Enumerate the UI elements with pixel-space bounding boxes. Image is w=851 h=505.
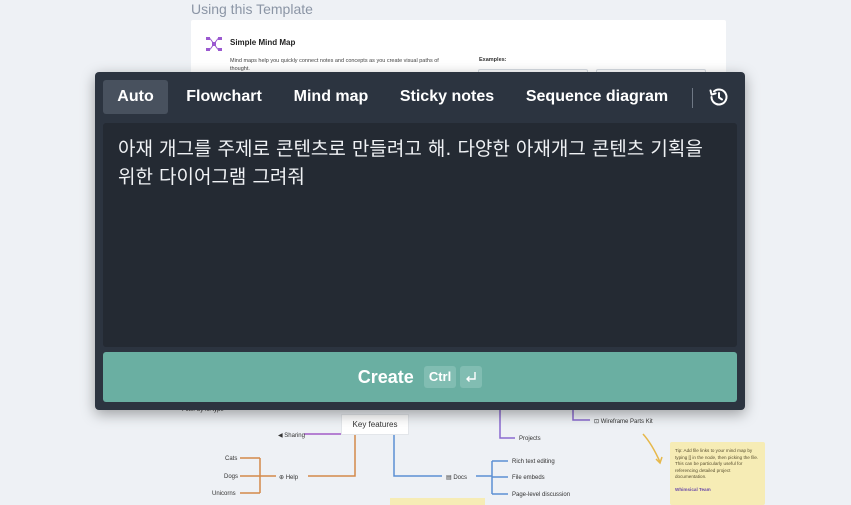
- ai-diagram-dialog: Auto Flowchart Mind map Sticky notes Seq…: [95, 72, 745, 410]
- template-heading: Using this Template: [191, 1, 313, 17]
- create-button[interactable]: Create Ctrl: [103, 352, 737, 402]
- mindmap-node-sharing[interactable]: ◀ Sharing: [278, 433, 305, 439]
- mindmap-node-cats[interactable]: Cats: [225, 456, 237, 462]
- template-card-title: Simple Mind Map: [230, 38, 296, 47]
- prompt-input[interactable]: 아재 개그를 주제로 콘텐츠로 만들려고 해. 다양한 아재개그 콘텐츠 기획을…: [118, 135, 722, 335]
- mindmap-node-unicorns[interactable]: Unicorns: [212, 491, 236, 497]
- tab-mind-map[interactable]: Mind map: [283, 80, 379, 114]
- sticky-note[interactable]: [390, 498, 485, 505]
- template-card-examples-label: Examples:: [479, 57, 507, 63]
- enter-icon: [460, 366, 483, 388]
- mindmap-node-page-level[interactable]: Page-level discussion: [512, 492, 570, 498]
- tab-flowchart[interactable]: Flowchart: [175, 80, 273, 114]
- template-card: Simple Mind Map Mind maps help you quick…: [191, 20, 726, 80]
- ctrl-shortcut-badge: Ctrl: [423, 366, 457, 388]
- mindmap-logo-icon: [206, 37, 222, 51]
- mindmap-node-help[interactable]: ⊕ Help: [279, 475, 299, 481]
- diagram-type-tabs: Auto Flowchart Mind map Sticky notes Seq…: [95, 72, 745, 121]
- mindmap-node-projects[interactable]: Projects: [519, 436, 541, 442]
- mindmap-root-node[interactable]: Key features: [341, 414, 409, 435]
- sticky-note[interactable]: Tip: Add file links to your mind map by …: [670, 442, 765, 505]
- mindmap-node-rich-text[interactable]: Rich text editing: [512, 459, 555, 465]
- tab-sticky-notes[interactable]: Sticky notes: [391, 80, 503, 114]
- prompt-container: 아재 개그를 주제로 콘텐츠로 만들려고 해. 다양한 아재개그 콘텐츠 기획을…: [103, 123, 737, 347]
- mindmap-node-docs[interactable]: ▤ Docs: [446, 475, 467, 481]
- tab-divider: [692, 88, 693, 108]
- tab-sequence-diagram[interactable]: Sequence diagram: [517, 80, 677, 114]
- history-icon[interactable]: [707, 85, 731, 109]
- tab-auto[interactable]: Auto: [103, 80, 168, 114]
- create-button-label: Create: [357, 366, 414, 387]
- sticky-note-author: Whimsical Team: [675, 486, 711, 492]
- mindmap-node-dogs[interactable]: Dogs: [224, 474, 238, 480]
- template-card-description: Mind maps help you quickly connect notes…: [230, 58, 439, 72]
- mindmap-node-wireframe[interactable]: ⊡ Wireframe Parts Kit: [594, 419, 653, 425]
- mindmap-node-file-embeds[interactable]: File embeds: [512, 475, 545, 481]
- sticky-note-text: Tip: Add file links to your mind map by …: [675, 448, 759, 479]
